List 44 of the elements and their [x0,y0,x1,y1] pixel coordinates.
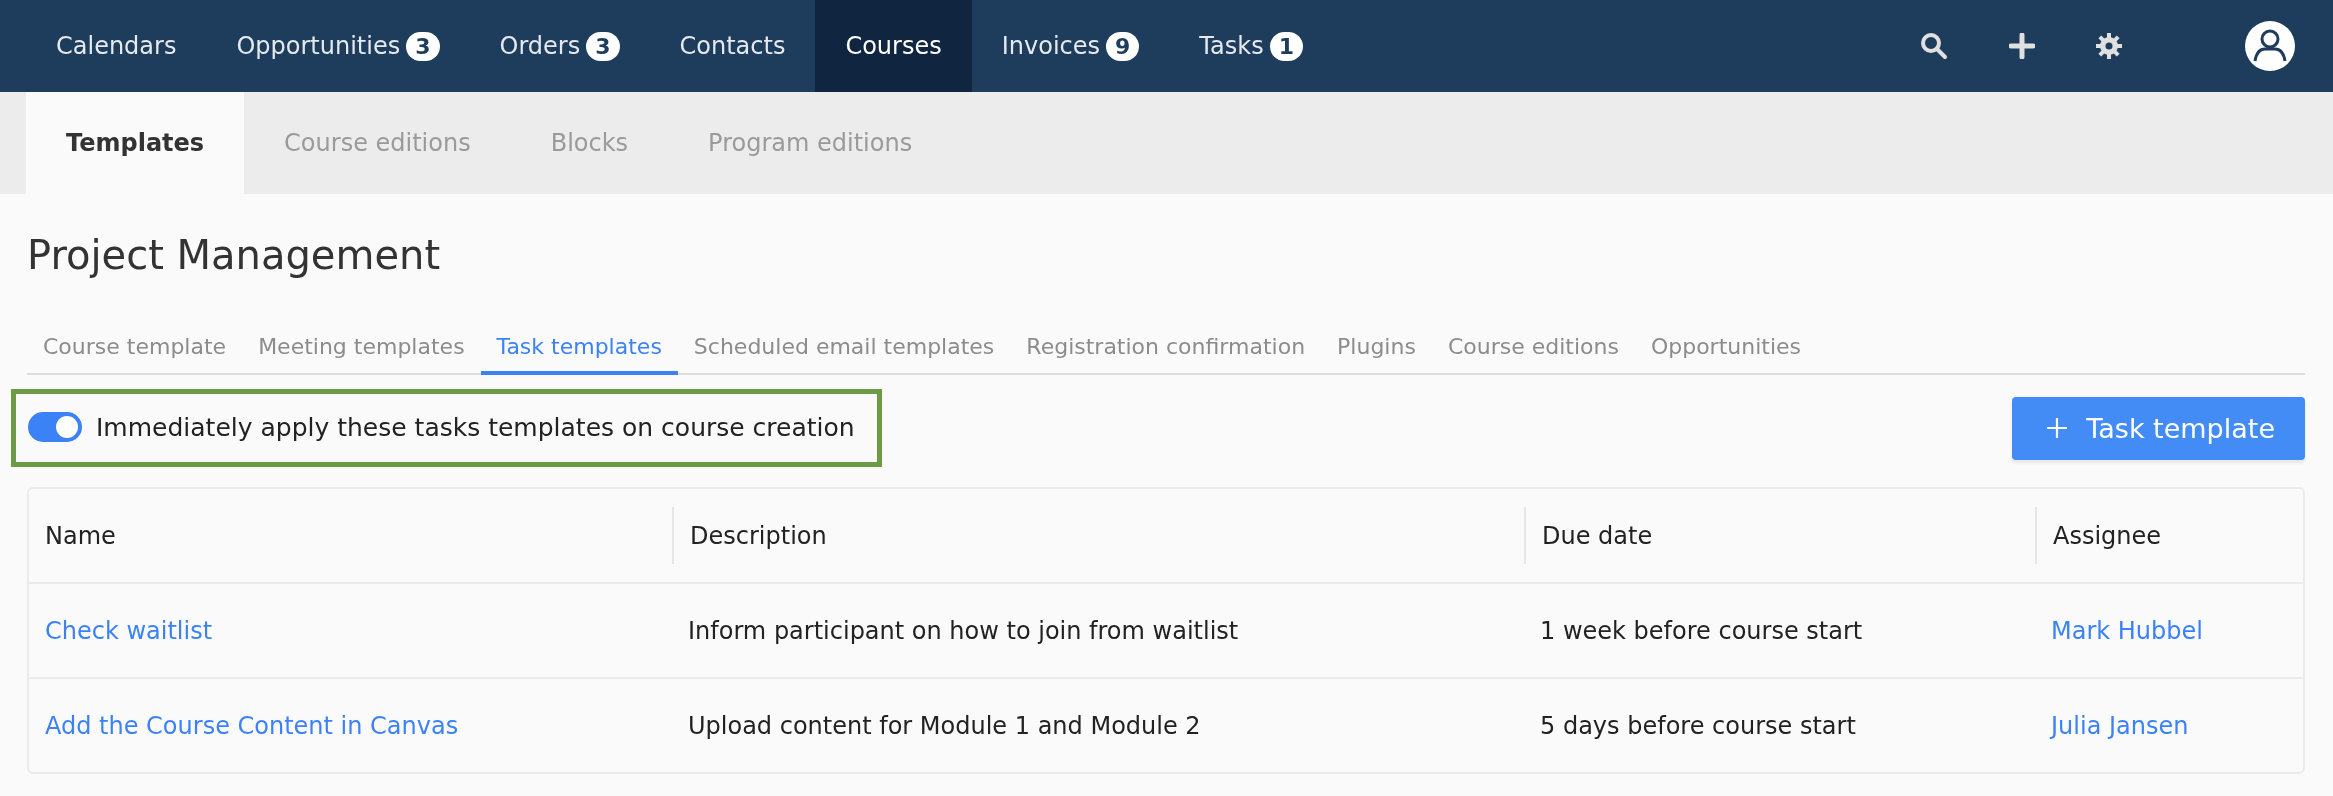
settings-icon[interactable] [2095,32,2123,60]
assignee-link[interactable]: Mark Hubbel [2051,616,2203,645]
plus-icon [2046,417,2069,439]
page-title: Project Management [27,231,442,280]
column-header: Description [690,521,827,550]
nav-item[interactable]: Calendars [26,0,207,92]
table-cell: 1 week before course start [1540,616,1863,645]
toggle-switch[interactable] [28,412,82,442]
section-tab[interactable]: Task templates [480,328,678,375]
table-cell: Inform participant on how to join from waitlist [688,616,1239,645]
count-badge: 9 [1106,31,1140,61]
plus-icon[interactable] [2009,33,2035,59]
section-tab[interactable]: Plugins [1321,328,1432,375]
table-cell: Upload content for Module 1 and Module 2 [688,711,1201,740]
section-tab[interactable]: Registration confirmation [1010,328,1322,375]
section-tab[interactable]: Course editions [1431,328,1635,375]
column-header: Assignee [2053,521,2162,550]
count-badge: 1 [1269,31,1303,61]
count-badge: 3 [586,31,620,61]
sub-tab[interactable]: Templates [26,92,245,194]
task-name-link[interactable]: Add the Course Content in Canvas [45,711,459,740]
nav-item[interactable]: Contacts [649,0,816,92]
nav-item[interactable]: Opportunities 3 [206,0,470,92]
toggle-label: Immediately apply these tasks templates on course creation [96,412,855,442]
section-tab[interactable]: Opportunities [1634,328,1818,375]
nav-item[interactable]: Invoices 9 [971,0,1170,92]
table-cell: 5 days before course start [1540,711,1856,740]
section-tab[interactable]: Scheduled email templates [677,328,1011,375]
user-avatar-icon[interactable] [2245,21,2295,71]
nav-item[interactable]: Tasks 1 [1169,0,1333,92]
sub-tab[interactable]: Course editions [244,92,511,194]
section-tab[interactable]: Meeting templates [242,328,481,375]
nav-item[interactable]: Courses [815,0,972,92]
add-task-template-button[interactable]: Task template [2012,396,2305,460]
nav-item[interactable]: Orders 3 [469,0,650,92]
section-tab[interactable]: Course template [27,328,243,375]
sub-tab[interactable]: Blocks [510,92,669,194]
count-badge: 3 [406,31,440,61]
assignee-link[interactable]: Julia Jansen [2051,711,2189,740]
task-name-link[interactable]: Check waitlist [45,616,213,645]
search-icon[interactable] [1919,31,1949,61]
column-header: Due date [1542,521,1653,550]
column-header: Name [45,521,116,550]
sub-tab[interactable]: Program editions [668,92,953,194]
